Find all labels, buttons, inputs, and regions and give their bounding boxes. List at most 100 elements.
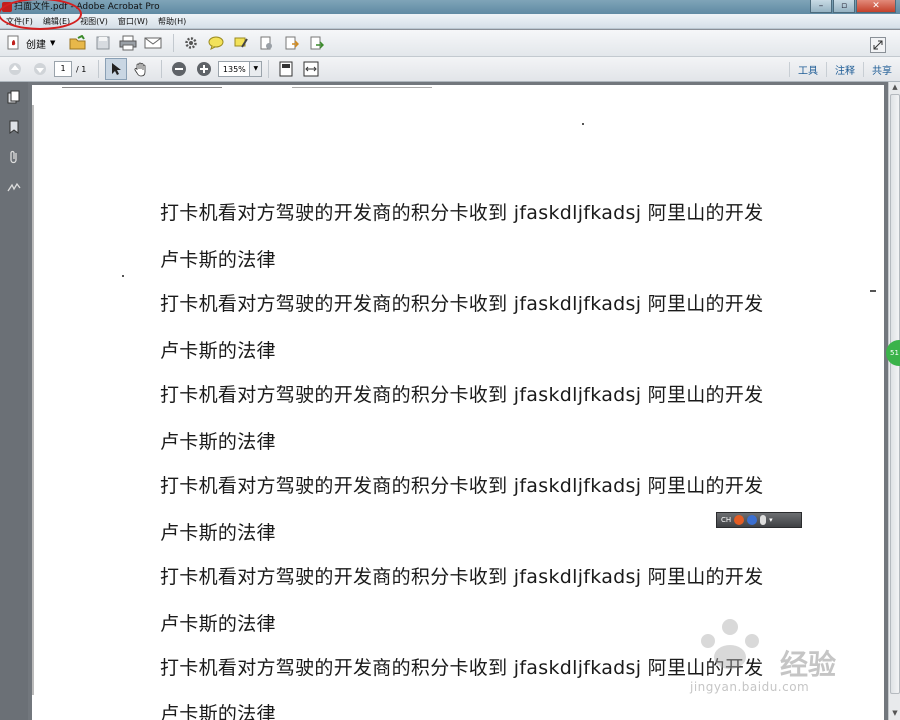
document-text-line: 打卡机看对方驾驶的开发商的积分卡收到 jfaskdljfkadsj 阿里山的开发 bbox=[160, 384, 764, 406]
signature-icon[interactable] bbox=[7, 180, 21, 194]
plus-circle-icon bbox=[197, 62, 212, 76]
bookmarks-icon[interactable] bbox=[7, 120, 21, 134]
tab-tools[interactable]: 工具 bbox=[789, 61, 826, 77]
title-bar: 扫面文件.pdf - Adobe Acrobat Pro – ▫ ✕ bbox=[0, 0, 900, 14]
chevron-down-icon: ▼ bbox=[50, 39, 56, 47]
menu-window[interactable]: 窗口(W) bbox=[118, 14, 148, 28]
navigation-pane bbox=[0, 82, 28, 720]
document-text-line: 打卡机看对方驾驶的开发商的积分卡收到 jfaskdljfkadsj 阿里山的开发 bbox=[160, 293, 764, 315]
vertical-scrollbar[interactable]: ▲ ▼ bbox=[888, 82, 900, 720]
scroll-down-arrow-icon[interactable]: ▼ bbox=[890, 709, 900, 719]
scan-noise bbox=[122, 275, 124, 277]
expand-button[interactable] bbox=[867, 34, 889, 56]
ime-toolbar[interactable]: CH ▾ bbox=[716, 512, 802, 528]
scrollbar-thumb[interactable] bbox=[890, 94, 900, 694]
tab-share[interactable]: 共享 bbox=[863, 61, 900, 77]
arrow-down-icon bbox=[34, 63, 46, 75]
minimize-button[interactable]: – bbox=[810, 0, 832, 13]
paperclip-icon[interactable] bbox=[7, 150, 21, 164]
toolbar-divider bbox=[161, 60, 163, 78]
task-pane-tabs: 工具 注释 共享 bbox=[789, 57, 900, 81]
microphone-icon[interactable] bbox=[760, 515, 767, 525]
sogou-logo-icon[interactable] bbox=[734, 515, 745, 525]
review-button[interactable] bbox=[255, 32, 277, 54]
window-controls: – ▫ ✕ bbox=[810, 0, 896, 14]
document-text-line: 卢卡斯的法律 bbox=[160, 431, 276, 453]
watermark-title: 经验 bbox=[780, 648, 837, 681]
settings-button[interactable] bbox=[180, 32, 202, 54]
zoom-value: 135% bbox=[222, 64, 246, 74]
main-toolbar: 创建 ▼ bbox=[0, 30, 900, 57]
maximize-button[interactable]: ▫ bbox=[833, 0, 855, 13]
expand-icon bbox=[870, 37, 886, 53]
page-thumbnails-icon[interactable] bbox=[7, 90, 21, 104]
document-share-icon bbox=[310, 36, 325, 50]
export-button[interactable] bbox=[280, 32, 302, 54]
document-text-line: 卢卡斯的法律 bbox=[160, 249, 276, 271]
print-button[interactable] bbox=[117, 32, 139, 54]
document-text-line: 卢卡斯的法律 bbox=[160, 522, 276, 544]
share-doc-button[interactable] bbox=[305, 32, 327, 54]
document-text-line: 卢卡斯的法律 bbox=[160, 613, 276, 635]
toolbar-divider bbox=[268, 60, 270, 78]
fit-page-icon bbox=[279, 61, 293, 77]
fit-page-button[interactable] bbox=[275, 58, 297, 80]
save-button[interactable] bbox=[92, 32, 114, 54]
highlight-button[interactable] bbox=[230, 32, 252, 54]
document-text-line: 卢卡斯的法律 bbox=[160, 340, 276, 362]
hand-icon bbox=[134, 62, 146, 77]
ime-language[interactable]: CH bbox=[721, 516, 731, 524]
scan-noise bbox=[62, 87, 222, 88]
chevron-down-icon[interactable]: ▼ bbox=[249, 62, 262, 76]
create-button[interactable]: 创建 ▼ bbox=[6, 35, 55, 51]
open-button[interactable] bbox=[67, 32, 89, 54]
zoom-select[interactable]: 135% ▼ bbox=[218, 61, 263, 77]
save-icon bbox=[96, 36, 110, 50]
scan-noise bbox=[582, 123, 584, 125]
envelope-icon bbox=[144, 37, 162, 49]
scan-edge bbox=[32, 105, 34, 695]
help-icon[interactable] bbox=[747, 515, 758, 525]
menu-bar: 文件(F) 编辑(E) 视图(V) 窗口(W) 帮助(H) bbox=[0, 14, 900, 29]
close-button[interactable]: ✕ bbox=[856, 0, 896, 13]
navigation-toolbar: 1 / 1 135% ▼ 工具 注释 共享 bbox=[0, 57, 900, 82]
gear-icon bbox=[185, 37, 198, 49]
email-button[interactable] bbox=[142, 32, 164, 54]
tab-comment[interactable]: 注释 bbox=[826, 61, 863, 77]
create-pdf-icon bbox=[7, 35, 19, 50]
toolbar-divider bbox=[98, 60, 100, 78]
menu-view[interactable]: 视图(V) bbox=[80, 14, 108, 28]
printer-icon bbox=[119, 35, 137, 51]
folder-open-icon bbox=[69, 35, 86, 50]
zoom-out-button[interactable] bbox=[168, 58, 190, 80]
cursor-arrow-icon bbox=[112, 63, 122, 75]
document-text-line: 卢卡斯的法律 bbox=[160, 703, 276, 720]
watermark-url: jingyan.baidu.com bbox=[690, 680, 810, 694]
next-page-button[interactable] bbox=[29, 58, 51, 80]
document-text-line: 打卡机看对方驾驶的开发商的积分卡收到 jfaskdljfkadsj 阿里山的开发 bbox=[160, 566, 764, 588]
highlighter-icon bbox=[234, 37, 249, 48]
toolbar-divider bbox=[173, 34, 175, 52]
select-tool-button[interactable] bbox=[105, 58, 128, 80]
menu-help[interactable]: 帮助(H) bbox=[158, 14, 186, 28]
document-text-line: 打卡机看对方驾驶的开发商的积分卡收到 jfaskdljfkadsj 阿里山的开发 bbox=[160, 475, 764, 497]
page-total: / 1 bbox=[76, 64, 87, 74]
paw-logo-icon bbox=[701, 619, 759, 669]
document-review-icon bbox=[260, 36, 273, 50]
previous-page-button[interactable] bbox=[4, 58, 26, 80]
baidu-jingyan-watermark: 经验 jingyan.baidu.com bbox=[690, 615, 850, 700]
document-text-line: 打卡机看对方驾驶的开发商的积分卡收到 jfaskdljfkadsj 阿里山的开发 bbox=[160, 657, 764, 679]
arrow-up-icon bbox=[9, 63, 21, 75]
fit-width-button[interactable] bbox=[300, 58, 322, 80]
zoom-in-button[interactable] bbox=[193, 58, 215, 80]
hand-tool-button[interactable] bbox=[130, 58, 152, 80]
create-label: 创建 bbox=[26, 39, 46, 51]
minus-circle-icon bbox=[172, 62, 187, 76]
scan-noise bbox=[870, 290, 876, 292]
comment-button[interactable] bbox=[205, 32, 227, 54]
scroll-up-arrow-icon[interactable]: ▲ bbox=[890, 83, 900, 93]
document-export-icon bbox=[285, 36, 300, 50]
page-number-input[interactable]: 1 bbox=[54, 61, 72, 77]
fit-width-icon bbox=[303, 61, 319, 77]
chevron-down-icon[interactable]: ▾ bbox=[769, 516, 773, 524]
